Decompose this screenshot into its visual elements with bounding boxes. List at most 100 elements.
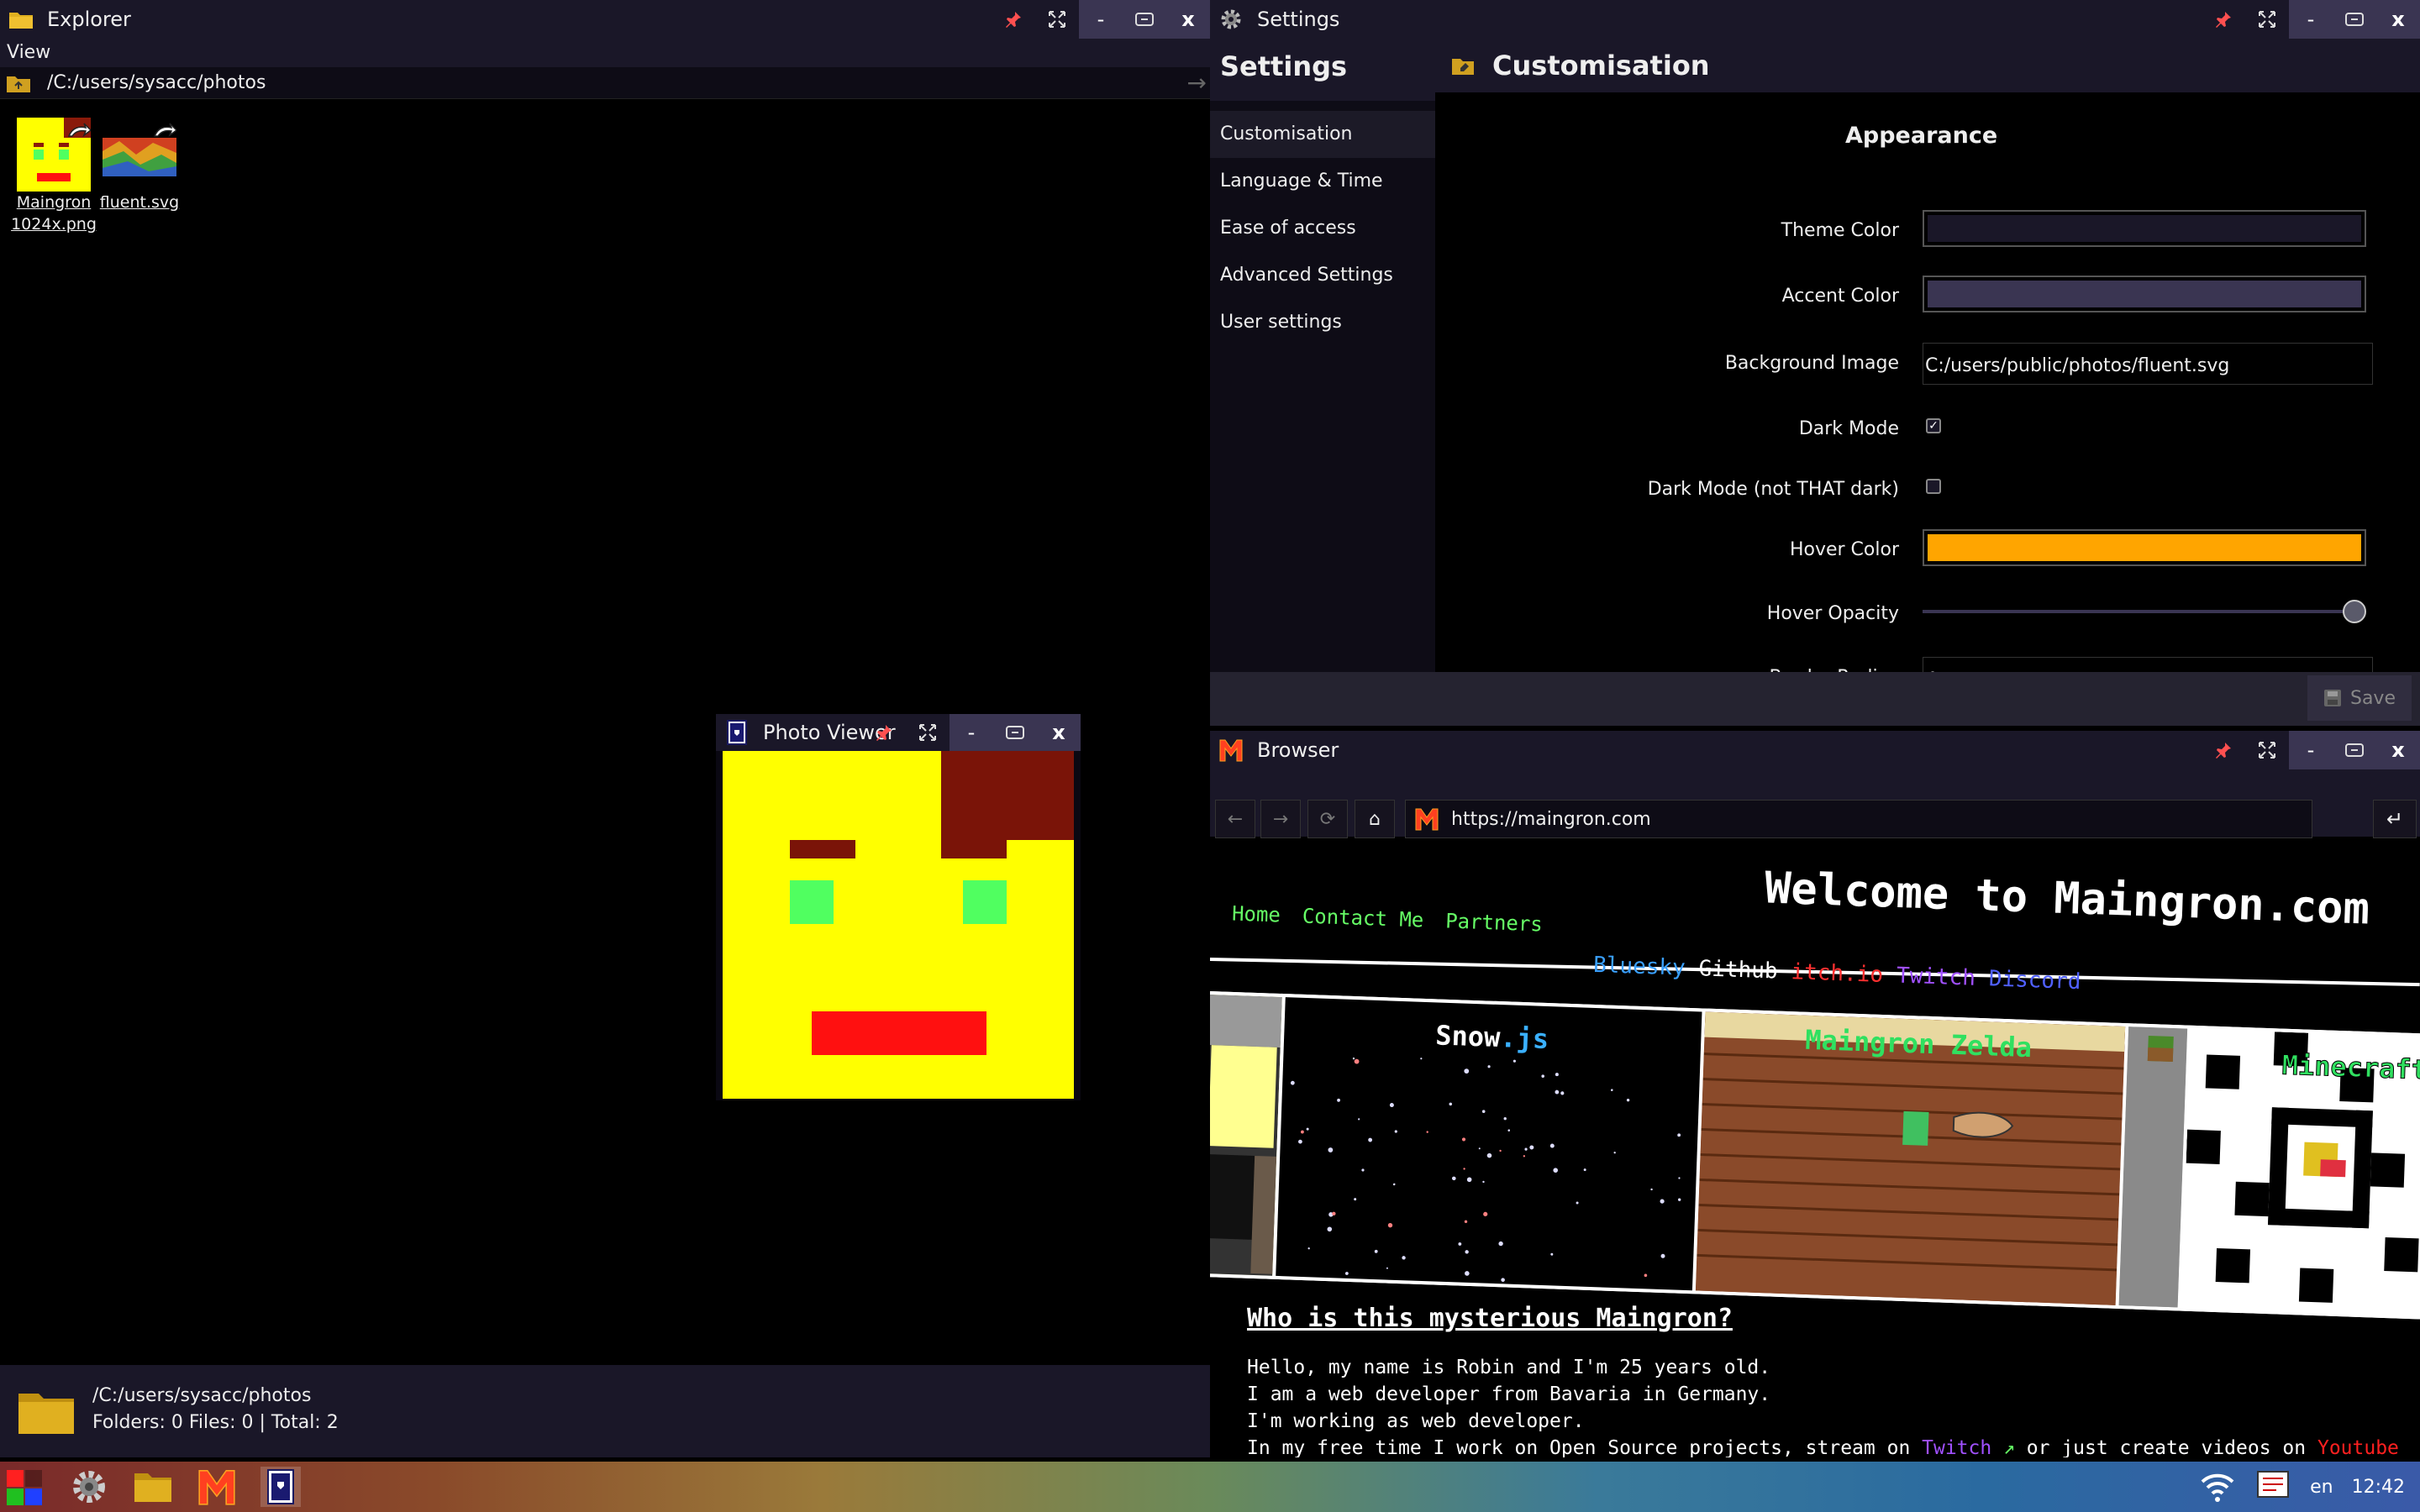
- theme-color-swatch: [1928, 215, 2361, 242]
- theme-color-picker[interactable]: [1923, 210, 2366, 247]
- pin-icon[interactable]: [862, 714, 906, 751]
- snow-particle: [1420, 1058, 1423, 1060]
- maximize-icon[interactable]: [1035, 0, 1079, 39]
- nav-link-home[interactable]: Home: [1232, 902, 1281, 927]
- hover-opacity-slider[interactable]: [1923, 593, 2376, 627]
- notifications-icon[interactable]: [2254, 1470, 2291, 1504]
- social-link-github[interactable]: Github: [1698, 956, 1778, 984]
- file-item-fluent[interactable]: fluent.svg: [100, 118, 179, 235]
- snow-particle: [1344, 1272, 1349, 1275]
- twitch-link[interactable]: Twitch: [1922, 1437, 1991, 1457]
- social-link-itchio[interactable]: itch.io: [1791, 959, 1884, 988]
- social-link-bluesky[interactable]: Bluesky: [1593, 953, 1686, 981]
- snow-particle: [1576, 1201, 1579, 1205]
- browser-titlebar[interactable]: Browser - x: [1210, 731, 2420, 769]
- snow-particle: [1361, 1168, 1365, 1172]
- project-panel-block[interactable]: [2118, 1026, 2188, 1308]
- settings-taskbar-icon[interactable]: [69, 1467, 109, 1507]
- menu-view[interactable]: View: [0, 39, 1210, 67]
- snow-particle: [1402, 1256, 1406, 1260]
- photo-viewer-titlebar[interactable]: Photo Viewer - x: [716, 714, 1081, 751]
- slider-thumb[interactable]: [2343, 600, 2366, 623]
- maximize-icon[interactable]: [906, 714, 950, 751]
- sidebar-item-customisation[interactable]: Customisation: [1210, 111, 1435, 158]
- settings-footer: Save: [1210, 672, 2420, 726]
- maximize-icon[interactable]: [2245, 731, 2289, 769]
- snow-particle: [1555, 1073, 1559, 1077]
- dark-mode-checkbox[interactable]: ✓: [1926, 418, 1941, 433]
- minimize-button[interactable]: -: [2289, 731, 2333, 769]
- project-panel-website[interactable]: [1210, 994, 1282, 1276]
- folder-icon: [8, 7, 34, 32]
- url-bar[interactable]: https://maingron.com: [1405, 800, 2312, 838]
- snow-particle: [1583, 1168, 1586, 1172]
- nav-link-contact[interactable]: Contact Me: [1302, 904, 1423, 932]
- minimize-button[interactable]: -: [1079, 0, 1123, 39]
- explorer-titlebar[interactable]: Explorer - x: [0, 0, 1210, 39]
- youtube-link[interactable]: Youtube: [2317, 1437, 2399, 1457]
- folder-icon: [1452, 59, 1474, 75]
- snow-particle: [1306, 1127, 1309, 1131]
- close-button[interactable]: x: [2376, 0, 2420, 39]
- minimize-button[interactable]: -: [950, 714, 993, 751]
- pin-icon[interactable]: [2202, 0, 2245, 39]
- about-line-text: In my free time I work on Open Source pr…: [1247, 1437, 1923, 1457]
- hover-color-label: Hover Color: [1789, 539, 1899, 560]
- social-link-twitch[interactable]: Twitch: [1897, 963, 1976, 990]
- hover-color-row: Hover Color: [1435, 529, 2420, 571]
- photo-viewer-taskbar-icon[interactable]: [260, 1467, 301, 1507]
- wifi-icon[interactable]: [2199, 1470, 2236, 1504]
- snow-particle: [1328, 1147, 1334, 1152]
- pin-icon[interactable]: [992, 0, 1035, 39]
- snow-particle: [1461, 1137, 1466, 1142]
- snow-particle: [1298, 1139, 1302, 1144]
- maingron-thumbnail: [17, 118, 92, 192]
- taskbar: en 12:42: [0, 1462, 2420, 1512]
- reload-button[interactable]: ⟳: [1307, 800, 1348, 838]
- browser-taskbar-icon[interactable]: [197, 1467, 237, 1507]
- nav-link-partners[interactable]: Partners: [1445, 909, 1544, 936]
- go-arrow-icon[interactable]: →: [1187, 69, 1207, 97]
- close-button[interactable]: x: [1166, 0, 1210, 39]
- file-item-maingron[interactable]: Maingron 1024x.png: [11, 118, 97, 235]
- forward-button[interactable]: →: [1260, 800, 1301, 838]
- sidebar-item-language-time[interactable]: Language & Time: [1210, 158, 1435, 205]
- window-title: Settings: [1257, 8, 1340, 31]
- restore-icon[interactable]: [1123, 0, 1166, 39]
- pin-icon[interactable]: [2202, 731, 2245, 769]
- maximize-icon[interactable]: [2245, 0, 2289, 39]
- minimize-button[interactable]: -: [2289, 0, 2333, 39]
- snow-particle: [1550, 1252, 1554, 1256]
- restore-icon[interactable]: [993, 714, 1037, 751]
- hover-color-picker[interactable]: [1923, 529, 2366, 566]
- start-menu-icon[interactable]: [5, 1467, 45, 1507]
- about-line-text: or just create videos on: [2014, 1437, 2317, 1457]
- social-link-discord[interactable]: Discord: [1988, 966, 2081, 995]
- dark-mode-not-that-dark-checkbox[interactable]: [1926, 479, 1941, 494]
- snow-particle: [1354, 1058, 1360, 1064]
- accent-color-picker[interactable]: [1923, 276, 2366, 312]
- explorer-taskbar-icon[interactable]: [133, 1467, 173, 1507]
- path-input[interactable]: /C:/users/sysacc/photos: [47, 72, 266, 93]
- language-indicator[interactable]: en: [2310, 1477, 2333, 1498]
- restore-icon[interactable]: [2333, 731, 2376, 769]
- back-button[interactable]: ←: [1215, 800, 1255, 838]
- background-image-input[interactable]: C:/users/public/photos/fluent.svg: [1923, 343, 2373, 385]
- project-panel-zelda[interactable]: Maingron Zelda: [1695, 1011, 2126, 1305]
- snow-particle: [1463, 1168, 1465, 1170]
- go-button[interactable]: ↵: [2373, 800, 2417, 838]
- project-panel-snow[interactable]: Snow.js: [1276, 997, 1702, 1291]
- project-panel-minecraft[interactable]: Minecraft: [2181, 1028, 2420, 1317]
- restore-icon[interactable]: [2333, 0, 2376, 39]
- sidebar-item-ease-of-access[interactable]: Ease of access: [1210, 205, 1435, 252]
- sidebar-item-advanced-settings[interactable]: Advanced Settings: [1210, 252, 1435, 299]
- close-button[interactable]: x: [2376, 731, 2420, 769]
- save-button[interactable]: Save: [2307, 675, 2412, 721]
- snow-particle: [1464, 1220, 1468, 1223]
- sidebar-item-user-settings[interactable]: User settings: [1210, 299, 1435, 346]
- folder-up-icon[interactable]: [7, 74, 30, 92]
- close-button[interactable]: x: [1037, 714, 1081, 751]
- home-button[interactable]: ⌂: [1355, 800, 1395, 838]
- clock[interactable]: 12:42: [2352, 1477, 2405, 1498]
- settings-titlebar[interactable]: Settings - x: [1210, 0, 2420, 39]
